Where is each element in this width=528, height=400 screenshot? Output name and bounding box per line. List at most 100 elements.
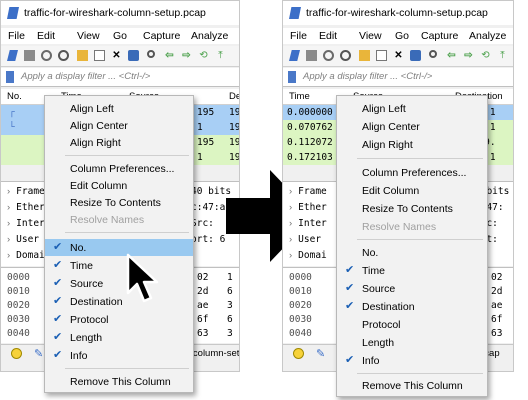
menu-item-column-destination[interactable]: ✔ Destination xyxy=(337,298,487,315)
menu-view[interactable]: View xyxy=(77,30,100,42)
restart-capture-icon[interactable] xyxy=(41,50,52,61)
go-back-icon[interactable]: ⇦ xyxy=(446,50,457,61)
menu-item-align-left[interactable]: Align Left xyxy=(45,100,193,117)
close-file-icon[interactable]: ✕ xyxy=(111,50,122,61)
restart-capture-icon[interactable] xyxy=(323,50,334,61)
edit-comment-icon[interactable]: ✎ xyxy=(34,347,43,360)
menu-item-resize-to-contents[interactable]: Resize To Contents xyxy=(337,200,487,217)
menu-analyze[interactable]: Analyze xyxy=(469,30,506,42)
go-forward-icon[interactable]: ⇨ xyxy=(463,50,474,61)
menu-item-column-length[interactable]: Length xyxy=(337,334,487,351)
chevron-right-icon[interactable]: › xyxy=(289,218,292,229)
menu-file[interactable]: File xyxy=(8,30,25,42)
go-back-icon[interactable]: ⇦ xyxy=(164,50,175,61)
chevron-right-icon[interactable]: › xyxy=(289,234,292,245)
menu-item-column-info[interactable]: ✔ Info xyxy=(45,347,193,364)
go-forward-icon[interactable]: ⇨ xyxy=(181,50,192,61)
menu-item-column-no[interactable]: No. xyxy=(337,244,487,261)
menu-item-column-info[interactable]: ✔ Info xyxy=(337,352,487,369)
menu-item-column-destination[interactable]: ✔ Destination xyxy=(45,293,193,310)
menu-item-column-protocol[interactable]: Protocol xyxy=(337,316,487,333)
chevron-right-icon[interactable]: › xyxy=(7,250,10,261)
go-to-packet-icon[interactable]: ⟲ xyxy=(198,50,209,61)
detail-row-internet[interactable]: › Inter xyxy=(7,218,45,233)
go-first-icon[interactable]: ⤒ xyxy=(497,50,508,61)
menu-view[interactable]: View xyxy=(359,30,382,42)
detail-row-ethernet[interactable]: › Ether xyxy=(7,202,45,217)
start-capture-icon[interactable] xyxy=(7,50,18,61)
go-to-packet-icon[interactable]: ⟲ xyxy=(480,50,491,61)
menu-item-edit-column[interactable]: Edit Column xyxy=(45,177,193,194)
checkmark-icon: ✔ xyxy=(345,264,355,276)
find-packet-icon[interactable] xyxy=(429,50,437,58)
menu-item-column-source[interactable]: ✔ Source xyxy=(337,280,487,297)
menu-analyze[interactable]: Analyze xyxy=(191,30,228,42)
window-title: traffic-for-wireshark-column-setup.pcap xyxy=(306,7,488,19)
menu-item-column-time[interactable]: ✔ Time xyxy=(45,257,193,274)
bookmark-icon[interactable] xyxy=(6,71,14,83)
menu-item-column-source[interactable]: ✔ Source xyxy=(45,275,193,292)
menu-file[interactable]: File xyxy=(290,30,307,42)
menu-edit[interactable]: Edit xyxy=(319,30,337,42)
save-file-icon[interactable] xyxy=(376,50,387,61)
column-header-destination[interactable]: De xyxy=(229,91,239,102)
menu-item-remove-column[interactable]: Remove This Column xyxy=(45,373,193,390)
stop-capture-icon[interactable] xyxy=(24,50,35,61)
reload-icon[interactable] xyxy=(410,50,421,61)
menu-item-column-preferences[interactable]: Column Preferences... xyxy=(337,164,487,181)
detail-row-dns[interactable]: › Domai xyxy=(289,250,327,265)
chevron-right-icon[interactable]: › xyxy=(7,234,10,245)
reload-icon[interactable] xyxy=(128,50,139,61)
edit-comment-icon[interactable]: ✎ xyxy=(316,347,325,360)
detail-row-udp[interactable]: › User xyxy=(7,234,39,249)
detail-row-dns[interactable]: › Domai xyxy=(7,250,45,265)
menu-go[interactable]: Go xyxy=(113,30,127,42)
expert-info-icon[interactable] xyxy=(11,348,22,359)
chevron-right-icon[interactable]: › xyxy=(289,186,292,197)
detail-row-frame[interactable]: › Frame xyxy=(289,186,327,201)
save-file-icon[interactable] xyxy=(94,50,105,61)
menu-item-resize-to-contents[interactable]: Resize To Contents xyxy=(45,194,193,211)
menu-item-align-center[interactable]: Align Center xyxy=(337,118,487,135)
menu-item-remove-column[interactable]: Remove This Column xyxy=(337,377,487,394)
open-file-icon[interactable] xyxy=(77,50,88,61)
detail-row-ethernet[interactable]: › Ether xyxy=(289,202,327,217)
display-filter-bar[interactable]: Apply a display filter ... <Ctrl-/> xyxy=(1,68,239,87)
detail-row-frame[interactable]: › Frame xyxy=(7,186,45,201)
go-first-icon[interactable]: ⤒ xyxy=(215,50,226,61)
chevron-right-icon[interactable]: › xyxy=(289,202,292,213)
display-filter-bar[interactable]: Apply a display filter ... <Ctrl-/> xyxy=(283,68,513,87)
menu-capture[interactable]: Capture xyxy=(143,30,180,42)
close-file-icon[interactable]: ✕ xyxy=(393,50,404,61)
expert-info-icon[interactable] xyxy=(293,348,304,359)
menu-item-column-protocol[interactable]: ✔ Protocol xyxy=(45,311,193,328)
stop-capture-icon[interactable] xyxy=(306,50,317,61)
chevron-right-icon[interactable]: › xyxy=(7,218,10,229)
menu-item-align-right[interactable]: Align Right xyxy=(337,136,487,153)
chevron-right-icon[interactable]: › xyxy=(289,250,292,261)
menu-item-align-left[interactable]: Align Left xyxy=(337,100,487,117)
open-file-icon[interactable] xyxy=(359,50,370,61)
bookmark-icon[interactable] xyxy=(288,71,296,83)
capture-options-icon[interactable] xyxy=(58,50,69,61)
detail-row-internet[interactable]: › Inter xyxy=(289,218,327,233)
chevron-right-icon[interactable]: › xyxy=(7,186,10,197)
menu-item-edit-column[interactable]: Edit Column xyxy=(337,182,487,199)
conversation-bracket-icon: ┌ xyxy=(9,107,15,118)
detail-row-udp[interactable]: › User xyxy=(289,234,321,249)
column-header-time[interactable]: Time xyxy=(289,91,310,102)
menu-capture[interactable]: Capture xyxy=(421,30,458,42)
capture-options-icon[interactable] xyxy=(340,50,351,61)
menu-item-align-center[interactable]: Align Center xyxy=(45,117,193,134)
find-packet-icon[interactable] xyxy=(147,50,155,58)
menu-item-align-right[interactable]: Align Right xyxy=(45,134,193,151)
menu-edit[interactable]: Edit xyxy=(37,30,55,42)
column-header-no[interactable]: No. xyxy=(7,91,22,102)
chevron-right-icon[interactable]: › xyxy=(7,202,10,213)
menu-item-column-no[interactable]: ✔ No. xyxy=(45,239,193,256)
menu-item-column-length[interactable]: ✔ Length xyxy=(45,329,193,346)
menu-item-column-time[interactable]: ✔ Time xyxy=(337,262,487,279)
start-capture-icon[interactable] xyxy=(289,50,300,61)
menu-go[interactable]: Go xyxy=(395,30,409,42)
menu-item-column-preferences[interactable]: Column Preferences... xyxy=(45,160,193,177)
